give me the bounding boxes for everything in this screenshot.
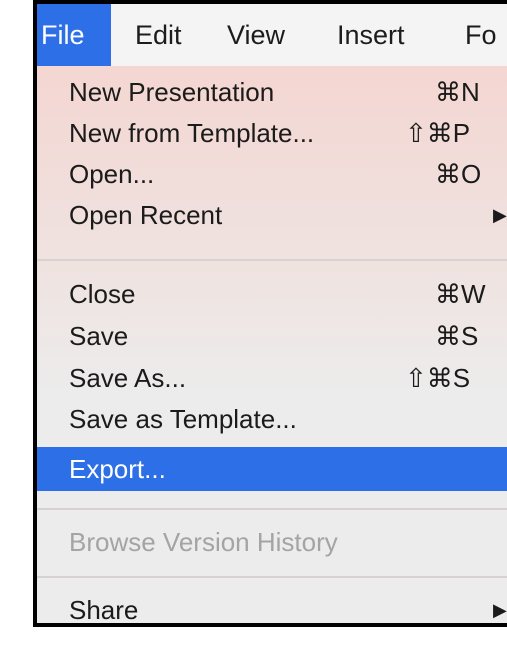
menu-bar-view-label: View <box>227 20 286 50</box>
menu-item-label: Save <box>69 321 129 351</box>
menu-item-label: New Presentation <box>69 77 275 107</box>
menu-item-browse-version-history: Browse Version History <box>37 522 507 563</box>
file-menu-dropdown: New Presentation ⌘N New from Template...… <box>37 66 507 623</box>
menu-item-label: Export... <box>69 454 166 484</box>
menu-bar-edit-label: Edit <box>135 20 182 50</box>
menu-item-label: Save as Template... <box>69 404 297 434</box>
window-border-bottom <box>33 623 507 627</box>
menu-item-open-recent[interactable]: Open Recent ▶ <box>37 195 507 236</box>
menu-bar-format[interactable]: Fo <box>465 4 507 66</box>
app-window: File Edit View Insert Fo New Presentatio… <box>0 0 507 649</box>
shortcut-label: ⌘N <box>435 77 480 107</box>
menu-item-new-from-template[interactable]: New from Template... ⇧⌘P <box>37 113 507 154</box>
shortcut-label: ⌘W <box>435 279 486 309</box>
menu-separator <box>37 508 507 510</box>
menu-bar-insert-label: Insert <box>337 20 405 50</box>
menu-item-close[interactable]: Close ⌘W <box>37 274 507 315</box>
menu-item-open[interactable]: Open... ⌘O <box>37 154 507 195</box>
menu-item-label: New from Template... <box>69 118 315 148</box>
menu-item-label: Close <box>69 279 136 309</box>
shortcut-label: ⇧⌘P <box>405 118 471 148</box>
menu-item-label: Save As... <box>69 363 187 393</box>
menu-item-export[interactable]: Export... <box>37 447 507 491</box>
submenu-arrow-icon: ▶ <box>493 205 507 225</box>
menu-item-new-presentation[interactable]: New Presentation ⌘N <box>37 72 507 113</box>
shortcut-label: ⇧⌘S <box>405 363 471 393</box>
menu-item-label: Open Recent <box>69 200 223 230</box>
menu-bar-file-label: File <box>41 20 85 50</box>
menu-item-label: Share <box>69 595 139 623</box>
menu-bar-file[interactable]: File <box>37 4 111 66</box>
shortcut-label: ⌘S <box>435 321 479 351</box>
menu-item-save[interactable]: Save ⌘S <box>37 316 507 357</box>
menu-bar-view[interactable]: View <box>227 4 311 66</box>
submenu-arrow-icon: ▶ <box>493 600 507 620</box>
menu-bar: File Edit View Insert Fo <box>37 4 507 66</box>
menu-separator <box>37 259 507 261</box>
shortcut-label: ⌘O <box>435 159 482 189</box>
menu-item-label: Open... <box>69 159 155 189</box>
menu-separator <box>37 576 507 578</box>
menu-bar-format-label: Fo <box>465 20 497 50</box>
menu-item-save-as[interactable]: Save As... ⇧⌘S <box>37 358 507 399</box>
menu-item-share[interactable]: Share ▶ <box>37 590 507 623</box>
menu-bar-edit[interactable]: Edit <box>135 4 201 66</box>
menu-item-save-as-template[interactable]: Save as Template... <box>37 399 507 440</box>
menu-bar-insert[interactable]: Insert <box>337 4 437 66</box>
menu-item-label: Browse Version History <box>69 527 338 557</box>
